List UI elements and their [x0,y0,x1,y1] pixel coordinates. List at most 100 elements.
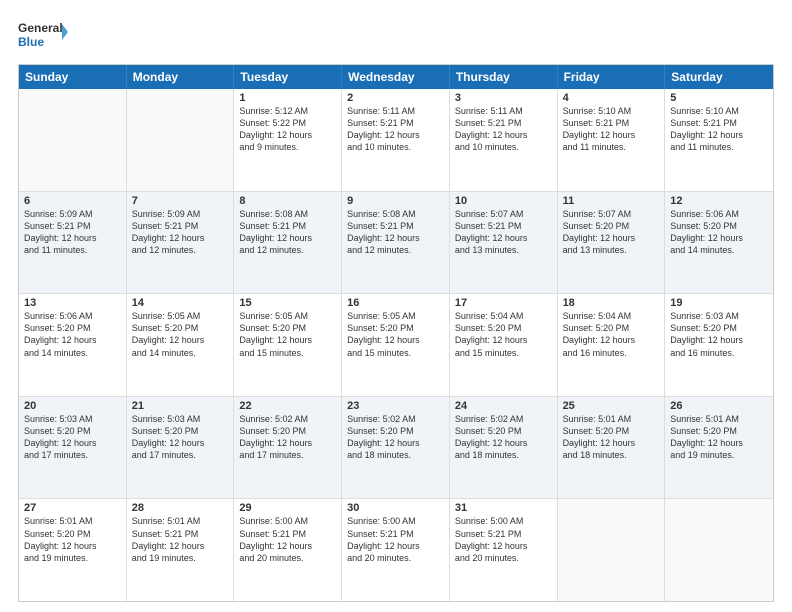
calendar-cell: 27Sunrise: 5:01 AM Sunset: 5:20 PM Dayli… [19,499,127,601]
day-number: 13 [24,297,121,309]
logo-svg: General Blue [18,18,68,54]
calendar-cell: 5Sunrise: 5:10 AM Sunset: 5:21 PM Daylig… [665,89,773,191]
day-info: Sunrise: 5:09 AM Sunset: 5:21 PM Dayligh… [132,208,229,257]
calendar-cell: 1Sunrise: 5:12 AM Sunset: 5:22 PM Daylig… [234,89,342,191]
calendar-cell: 9Sunrise: 5:08 AM Sunset: 5:21 PM Daylig… [342,192,450,294]
weekday-header: Friday [558,65,666,89]
day-number: 15 [239,297,336,309]
calendar-cell: 17Sunrise: 5:04 AM Sunset: 5:20 PM Dayli… [450,294,558,396]
day-number: 27 [24,502,121,514]
calendar-cell: 4Sunrise: 5:10 AM Sunset: 5:21 PM Daylig… [558,89,666,191]
day-number: 30 [347,502,444,514]
day-number: 22 [239,400,336,412]
day-number: 24 [455,400,552,412]
weekday-header: Thursday [450,65,558,89]
day-info: Sunrise: 5:01 AM Sunset: 5:20 PM Dayligh… [563,413,660,462]
day-info: Sunrise: 5:06 AM Sunset: 5:20 PM Dayligh… [670,208,768,257]
calendar-cell: 21Sunrise: 5:03 AM Sunset: 5:20 PM Dayli… [127,397,235,499]
day-info: Sunrise: 5:02 AM Sunset: 5:20 PM Dayligh… [239,413,336,462]
day-info: Sunrise: 5:10 AM Sunset: 5:21 PM Dayligh… [563,105,660,154]
day-info: Sunrise: 5:03 AM Sunset: 5:20 PM Dayligh… [132,413,229,462]
calendar-cell: 2Sunrise: 5:11 AM Sunset: 5:21 PM Daylig… [342,89,450,191]
day-number: 2 [347,92,444,104]
day-info: Sunrise: 5:00 AM Sunset: 5:21 PM Dayligh… [347,515,444,564]
day-info: Sunrise: 5:07 AM Sunset: 5:20 PM Dayligh… [563,208,660,257]
day-number: 11 [563,195,660,207]
day-info: Sunrise: 5:01 AM Sunset: 5:20 PM Dayligh… [670,413,768,462]
day-number: 17 [455,297,552,309]
day-info: Sunrise: 5:11 AM Sunset: 5:21 PM Dayligh… [455,105,552,154]
calendar-cell: 25Sunrise: 5:01 AM Sunset: 5:20 PM Dayli… [558,397,666,499]
calendar-cell [558,499,666,601]
day-info: Sunrise: 5:09 AM Sunset: 5:21 PM Dayligh… [24,208,121,257]
calendar-header: SundayMondayTuesdayWednesdayThursdayFrid… [19,65,773,89]
day-info: Sunrise: 5:08 AM Sunset: 5:21 PM Dayligh… [239,208,336,257]
svg-text:Blue: Blue [18,35,44,49]
calendar-cell: 8Sunrise: 5:08 AM Sunset: 5:21 PM Daylig… [234,192,342,294]
weekday-header: Monday [127,65,235,89]
calendar-cell: 30Sunrise: 5:00 AM Sunset: 5:21 PM Dayli… [342,499,450,601]
calendar-cell [19,89,127,191]
calendar-cell: 15Sunrise: 5:05 AM Sunset: 5:20 PM Dayli… [234,294,342,396]
day-info: Sunrise: 5:05 AM Sunset: 5:20 PM Dayligh… [347,310,444,359]
calendar-row: 20Sunrise: 5:03 AM Sunset: 5:20 PM Dayli… [19,396,773,499]
calendar-cell [665,499,773,601]
weekday-header: Tuesday [234,65,342,89]
day-info: Sunrise: 5:05 AM Sunset: 5:20 PM Dayligh… [132,310,229,359]
calendar-cell: 16Sunrise: 5:05 AM Sunset: 5:20 PM Dayli… [342,294,450,396]
day-number: 14 [132,297,229,309]
day-info: Sunrise: 5:03 AM Sunset: 5:20 PM Dayligh… [24,413,121,462]
calendar-cell: 7Sunrise: 5:09 AM Sunset: 5:21 PM Daylig… [127,192,235,294]
day-number: 12 [670,195,768,207]
day-number: 8 [239,195,336,207]
day-info: Sunrise: 5:01 AM Sunset: 5:21 PM Dayligh… [132,515,229,564]
day-number: 19 [670,297,768,309]
day-number: 25 [563,400,660,412]
day-info: Sunrise: 5:02 AM Sunset: 5:20 PM Dayligh… [455,413,552,462]
calendar-cell: 23Sunrise: 5:02 AM Sunset: 5:20 PM Dayli… [342,397,450,499]
logo: General Blue [18,18,68,54]
day-number: 26 [670,400,768,412]
calendar-cell: 14Sunrise: 5:05 AM Sunset: 5:20 PM Dayli… [127,294,235,396]
day-number: 6 [24,195,121,207]
calendar-body: 1Sunrise: 5:12 AM Sunset: 5:22 PM Daylig… [19,89,773,601]
day-info: Sunrise: 5:07 AM Sunset: 5:21 PM Dayligh… [455,208,552,257]
svg-text:General: General [18,21,63,35]
day-number: 10 [455,195,552,207]
day-number: 29 [239,502,336,514]
day-number: 4 [563,92,660,104]
calendar-cell: 11Sunrise: 5:07 AM Sunset: 5:20 PM Dayli… [558,192,666,294]
calendar-cell: 22Sunrise: 5:02 AM Sunset: 5:20 PM Dayli… [234,397,342,499]
calendar-cell: 10Sunrise: 5:07 AM Sunset: 5:21 PM Dayli… [450,192,558,294]
day-number: 21 [132,400,229,412]
calendar-cell: 24Sunrise: 5:02 AM Sunset: 5:20 PM Dayli… [450,397,558,499]
calendar-row: 27Sunrise: 5:01 AM Sunset: 5:20 PM Dayli… [19,498,773,601]
day-info: Sunrise: 5:12 AM Sunset: 5:22 PM Dayligh… [239,105,336,154]
calendar-cell: 29Sunrise: 5:00 AM Sunset: 5:21 PM Dayli… [234,499,342,601]
calendar-cell: 28Sunrise: 5:01 AM Sunset: 5:21 PM Dayli… [127,499,235,601]
day-info: Sunrise: 5:06 AM Sunset: 5:20 PM Dayligh… [24,310,121,359]
day-number: 3 [455,92,552,104]
day-number: 16 [347,297,444,309]
day-number: 31 [455,502,552,514]
day-info: Sunrise: 5:08 AM Sunset: 5:21 PM Dayligh… [347,208,444,257]
calendar-cell [127,89,235,191]
day-info: Sunrise: 5:11 AM Sunset: 5:21 PM Dayligh… [347,105,444,154]
calendar-cell: 20Sunrise: 5:03 AM Sunset: 5:20 PM Dayli… [19,397,127,499]
day-number: 7 [132,195,229,207]
calendar-cell: 31Sunrise: 5:00 AM Sunset: 5:21 PM Dayli… [450,499,558,601]
calendar-cell: 12Sunrise: 5:06 AM Sunset: 5:20 PM Dayli… [665,192,773,294]
calendar-row: 6Sunrise: 5:09 AM Sunset: 5:21 PM Daylig… [19,191,773,294]
day-number: 18 [563,297,660,309]
page-header: General Blue [18,18,774,54]
day-info: Sunrise: 5:02 AM Sunset: 5:20 PM Dayligh… [347,413,444,462]
day-number: 20 [24,400,121,412]
day-number: 5 [670,92,768,104]
weekday-header: Sunday [19,65,127,89]
calendar-cell: 3Sunrise: 5:11 AM Sunset: 5:21 PM Daylig… [450,89,558,191]
calendar-cell: 13Sunrise: 5:06 AM Sunset: 5:20 PM Dayli… [19,294,127,396]
day-info: Sunrise: 5:04 AM Sunset: 5:20 PM Dayligh… [563,310,660,359]
calendar-cell: 6Sunrise: 5:09 AM Sunset: 5:21 PM Daylig… [19,192,127,294]
day-info: Sunrise: 5:05 AM Sunset: 5:20 PM Dayligh… [239,310,336,359]
day-info: Sunrise: 5:01 AM Sunset: 5:20 PM Dayligh… [24,515,121,564]
